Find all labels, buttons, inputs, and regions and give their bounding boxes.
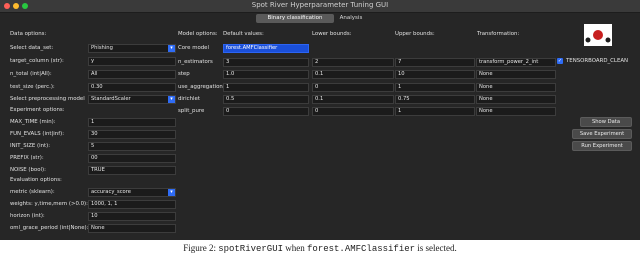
chevron-down-icon: ▾ — [168, 96, 175, 103]
upper-bound-input[interactable]: 0.75 — [395, 95, 475, 104]
noise-input[interactable]: TRUE — [88, 166, 176, 175]
param-name: n_estimators — [178, 59, 213, 65]
prep-model-label: Select preprocessing model — [10, 96, 85, 102]
oml-grace-period-label: oml_grace_period (int|None): — [10, 225, 89, 231]
caption-prefix: Figure 2: — [183, 243, 219, 253]
evaluation-options-header: Evaluation options: — [10, 177, 62, 183]
lower-bounds-header: Lower bounds: — [312, 31, 352, 37]
transformation-header: Transformation: — [477, 31, 520, 37]
lower-bound-input[interactable]: 2 — [312, 58, 394, 67]
default-value-input[interactable]: 0 — [223, 107, 309, 116]
weights-label: weights: y,time,mem (>0.0): — [10, 201, 88, 207]
show-data-button[interactable]: Show Data — [580, 117, 632, 127]
weights-input[interactable]: 1000, 1, 1 — [88, 200, 176, 209]
default-value-input[interactable]: 0.5 — [223, 95, 309, 104]
metric-label: metric (sklearn): — [10, 189, 55, 195]
chevron-down-icon: ▾ — [168, 189, 175, 196]
prep-model-select[interactable]: StandardScaler ▾ — [88, 95, 176, 104]
core-model-label: Core model — [178, 45, 209, 51]
model-options-header: Model options: — [178, 31, 218, 37]
upper-bound-input[interactable]: 1 — [395, 107, 475, 116]
caption-middle: when — [283, 243, 308, 253]
param-name: step — [178, 71, 190, 77]
oml-grace-period-input[interactable]: None — [88, 224, 176, 233]
param-name: use_aggregation — [178, 84, 223, 90]
app-window: Spot River Hyperparameter Tuning GUI Bin… — [0, 0, 640, 240]
core-model-value: forest.AMFClassifier — [226, 45, 278, 51]
fun-evals-label: FUN_EVALS (int|inf): — [10, 131, 65, 137]
tab-bar: Binary classification Analysis — [0, 14, 640, 24]
test-size-label: test_size (perc.): — [10, 84, 55, 90]
default-values-header: Default values: — [223, 31, 264, 37]
lower-bound-input[interactable]: 0.1 — [312, 95, 394, 104]
caption-suffix: is selected. — [415, 243, 457, 253]
horizon-input[interactable]: 10 — [88, 212, 176, 221]
transformation-input[interactable]: None — [476, 83, 556, 92]
transformation-input[interactable]: None — [476, 95, 556, 104]
transformation-input[interactable]: None — [476, 107, 556, 116]
prep-model-value: StandardScaler — [91, 96, 131, 102]
test-size-input[interactable]: 0.30 — [88, 83, 176, 92]
n-total-label: n_total (int|All): — [10, 71, 52, 77]
data-set-value: Phishing — [91, 45, 113, 51]
lower-bound-input[interactable]: 0 — [312, 83, 394, 92]
window-title: Spot River Hyperparameter Tuning GUI — [251, 1, 389, 9]
param-name: dirichlet — [178, 96, 200, 102]
tensorboard-clean-label: TENSORBOARD_CLEAN — [566, 58, 629, 64]
select-data-set-label: Select data_set: — [10, 45, 54, 51]
prefix-label: PREFIX (str): — [10, 155, 44, 161]
run-experiment-button[interactable]: Run Experiment — [572, 141, 632, 151]
target-column-label: target_column (str): — [10, 58, 64, 64]
default-value-input[interactable]: 3 — [223, 58, 309, 67]
default-value-input[interactable]: 1.0 — [223, 70, 309, 79]
n-total-input[interactable]: All — [88, 70, 176, 79]
upper-bound-input[interactable]: 7 — [395, 58, 475, 67]
data-set-select[interactable]: Phishing ▾ — [88, 44, 176, 53]
max-time-input[interactable]: 1 — [88, 118, 176, 127]
max-time-label: MAX_TIME (min): — [10, 119, 56, 125]
target-column-input[interactable]: y — [88, 57, 176, 66]
upper-bound-input[interactable]: 10 — [395, 70, 475, 79]
metric-value: accuracy_score — [91, 189, 131, 195]
chevron-down-icon: ▾ — [168, 45, 175, 52]
figure-caption: Figure 2: spotRiverGUI when forest.AMFCl… — [0, 243, 640, 254]
title-bar: Spot River Hyperparameter Tuning GUI — [0, 0, 640, 13]
app-logo-icon — [584, 24, 612, 46]
data-options-header: Data options: — [10, 31, 47, 37]
fun-evals-input[interactable]: 30 — [88, 130, 176, 139]
default-value-input[interactable]: 1 — [223, 83, 309, 92]
tab-binary-classification[interactable]: Binary classification — [256, 14, 334, 23]
init-size-label: INIT_SIZE (int): — [10, 143, 51, 149]
transformation-input[interactable]: None — [476, 70, 556, 79]
prefix-input[interactable]: 00 — [88, 154, 176, 163]
lower-bound-input[interactable]: 0 — [312, 107, 394, 116]
save-experiment-button[interactable]: Save Experiment — [572, 129, 632, 139]
noise-label: NOISE (bool): — [10, 167, 46, 173]
metric-select[interactable]: accuracy_score ▾ — [88, 188, 176, 197]
upper-bound-input[interactable]: 1 — [395, 83, 475, 92]
init-size-input[interactable]: 5 — [88, 142, 176, 151]
experiment-options-header: Experiment options: — [10, 107, 65, 113]
tab-analysis[interactable]: Analysis — [336, 14, 366, 23]
horizon-label: horizon (int): — [10, 213, 45, 219]
param-name: split_pure — [178, 108, 205, 114]
lower-bound-input[interactable]: 0.1 — [312, 70, 394, 79]
upper-bounds-header: Upper bounds: — [395, 31, 435, 37]
transformation-input[interactable]: transform_power_2_int — [476, 58, 556, 67]
core-model-select[interactable]: forest.AMFClassifier — [223, 44, 309, 53]
tensorboard-clean-checkbox[interactable]: ✓ — [557, 58, 563, 64]
